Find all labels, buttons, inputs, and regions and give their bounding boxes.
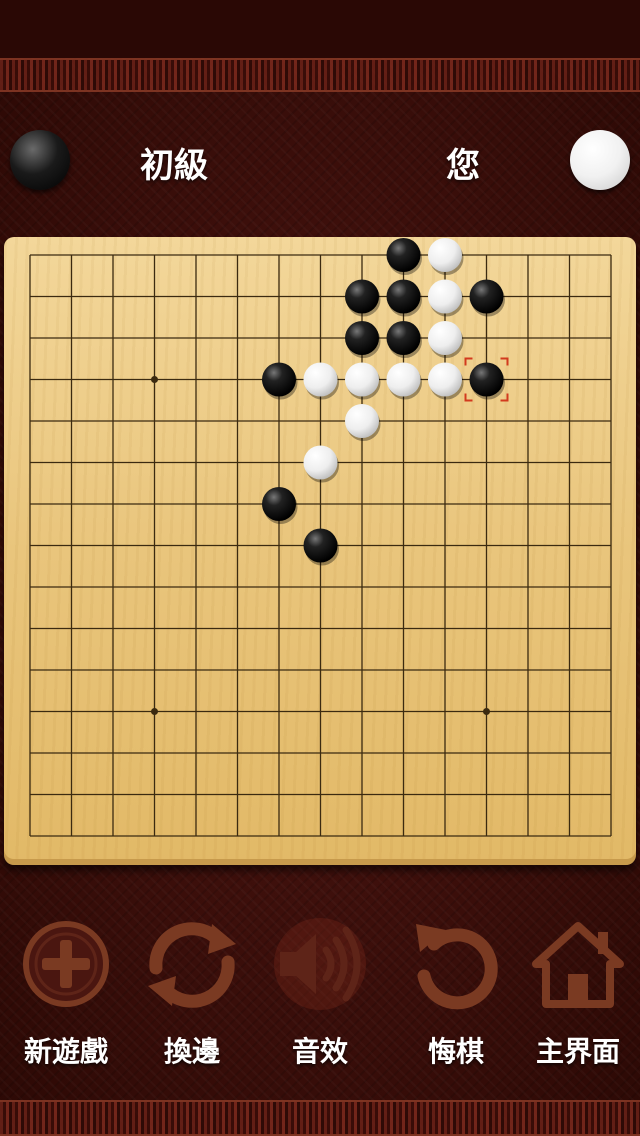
switch-sides-button[interactable]: 換邊 (142, 918, 242, 1078)
white-stone (386, 362, 421, 397)
black-stone (345, 279, 379, 314)
black-stone (469, 362, 504, 397)
black-stone (345, 321, 379, 355)
speaker-icon (274, 918, 366, 1010)
black-stone (386, 279, 421, 314)
swap-arrows-icon (148, 922, 236, 1008)
sound-toggle-button[interactable]: 音效 (270, 918, 370, 1078)
top-band (0, 0, 640, 58)
home-icon (532, 922, 624, 1008)
decorative-border-bottom (0, 1100, 640, 1136)
home-button[interactable]: 主界面 (528, 918, 628, 1078)
player-name-white: 您 (446, 146, 480, 186)
white-stone (428, 279, 462, 314)
white-stone-indicator-icon (570, 130, 630, 190)
new-game-button[interactable]: 新遊戲 (16, 918, 116, 1078)
black-stone-indicator-icon (10, 130, 70, 190)
home-label: 主界面 (535, 1035, 620, 1068)
white-stone (428, 321, 462, 355)
white-stone (345, 362, 379, 397)
black-stone (262, 487, 296, 521)
white-stone (428, 362, 462, 397)
star-point (151, 708, 158, 715)
decorative-border-top (0, 58, 640, 92)
star-point (483, 708, 490, 715)
star-point (151, 376, 158, 383)
white-stone (428, 238, 462, 272)
undo-button[interactable]: 悔棋 (406, 918, 506, 1078)
sound-label: 音效 (291, 1035, 348, 1068)
black-stone (469, 279, 504, 314)
game-board[interactable] (4, 237, 636, 865)
white-stone (303, 362, 338, 397)
plus-circle-icon (23, 921, 109, 1007)
black-stone (303, 528, 338, 563)
undo-label: 悔棋 (427, 1035, 484, 1068)
new-game-label: 新遊戲 (23, 1035, 108, 1068)
switch-sides-label: 換邊 (163, 1035, 220, 1068)
undo-icon (416, 924, 498, 1010)
white-stone (303, 445, 338, 480)
black-stone (386, 321, 421, 355)
board-grid[interactable] (4, 237, 636, 865)
white-stone (345, 404, 379, 438)
black-stone (262, 362, 296, 397)
player-name-black: 初級 (140, 146, 208, 186)
black-stone (386, 238, 421, 272)
